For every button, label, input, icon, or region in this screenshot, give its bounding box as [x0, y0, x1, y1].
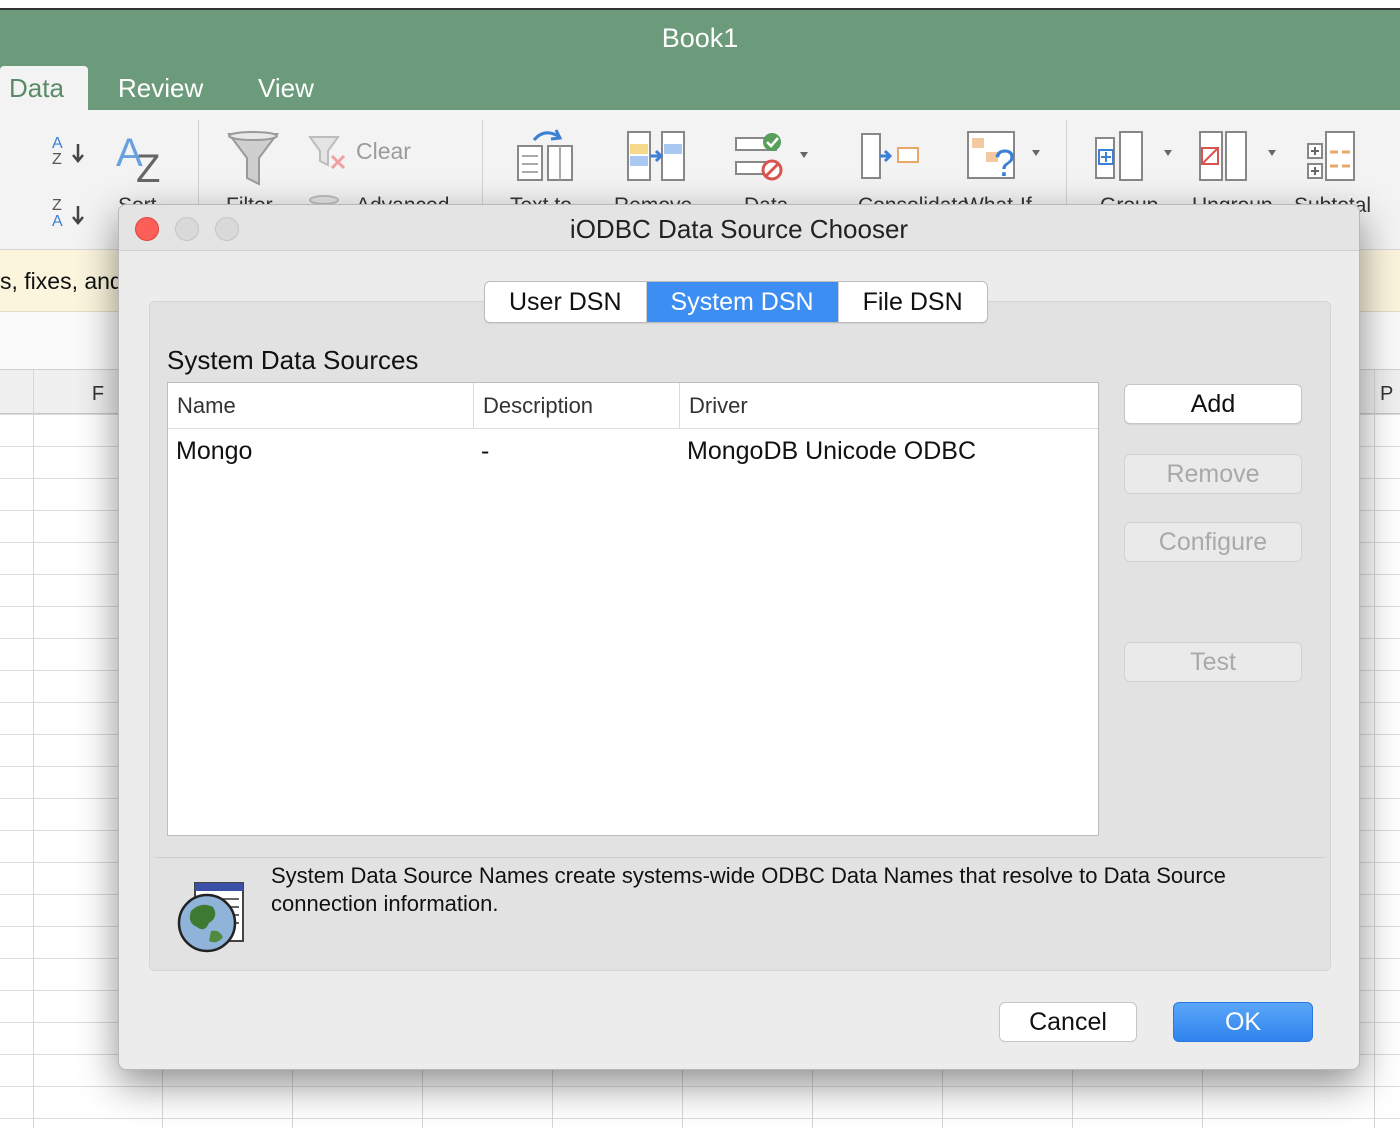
globe-icon [177, 882, 244, 953]
tab-system-dsn[interactable]: System DSN [646, 282, 839, 322]
cell-name: Mongo [176, 437, 253, 465]
cancel-button[interactable]: Cancel [999, 1002, 1137, 1042]
table-header: Name Description Driver [168, 383, 1098, 429]
remove-duplicates-icon[interactable] [626, 130, 686, 184]
tab-review[interactable]: Review [118, 66, 203, 110]
group-icon[interactable] [1094, 130, 1178, 186]
ribbon-tab-bar: Data Review View [0, 66, 1400, 110]
what-if-analysis-icon[interactable]: ? [966, 130, 1046, 186]
column-header-driver[interactable]: Driver [679, 383, 1099, 429]
cell-driver: MongoDB Unicode ODBC [687, 437, 977, 465]
remove-button: Remove [1124, 454, 1302, 494]
subtotal-icon[interactable] [1304, 130, 1364, 186]
tab-view[interactable]: View [258, 66, 314, 110]
svg-text:?: ? [994, 143, 1015, 185]
consolidate-icon[interactable] [860, 132, 920, 182]
tab-user-dsn[interactable]: User DSN [485, 282, 647, 322]
odbc-chooser-dialog: iODBC Data Source Chooser User DSN Syste… [118, 204, 1360, 1070]
ok-button[interactable]: OK [1173, 1002, 1313, 1042]
dsn-tab-control: User DSN System DSN File DSN [484, 281, 988, 323]
sort-icon[interactable]: A Z [116, 130, 172, 186]
add-button[interactable]: Add [1124, 384, 1302, 424]
svg-text:Z: Z [52, 197, 62, 214]
info-text: System Data Source Names create systems-… [271, 863, 1226, 916]
dialog-title: iODBC Data Source Chooser [569, 214, 909, 244]
column-header-p[interactable]: P [1380, 370, 1400, 414]
data-sources-table[interactable]: Name Description Driver Mongo - MongoDB … [167, 382, 1099, 836]
data-validation-icon[interactable] [734, 132, 814, 186]
test-button: Test [1124, 642, 1302, 682]
grid-line [33, 370, 34, 1128]
dialog-titlebar[interactable]: iODBC Data Source Chooser [119, 205, 1359, 251]
configure-button: Configure [1124, 522, 1302, 562]
table-row[interactable]: Mongo - MongoDB Unicode ODBC [168, 429, 1098, 473]
svg-text:Z: Z [52, 151, 62, 168]
filter-icon[interactable] [226, 130, 280, 194]
clear-label: Clear [356, 138, 411, 164]
tab-file-dsn[interactable]: File DSN [839, 282, 987, 322]
window-title: Book1 [0, 10, 1400, 66]
menu-bar-strip [0, 0, 1400, 10]
svg-text:Z: Z [136, 147, 160, 186]
info-divider [155, 857, 1325, 858]
sort-ascending-icon[interactable]: A Z Z A [50, 132, 90, 232]
text-to-columns-icon[interactable] [516, 126, 576, 184]
ungroup-icon[interactable] [1198, 130, 1282, 186]
section-title: System Data Sources [167, 345, 419, 375]
clear-filter-icon [308, 136, 346, 170]
cell-description: - [481, 437, 490, 465]
column-header-name[interactable]: Name [168, 383, 473, 429]
tab-data[interactable]: Data [0, 66, 88, 110]
grid-line [1374, 370, 1375, 1128]
column-header-description[interactable]: Description [473, 383, 679, 429]
svg-text:A: A [52, 213, 63, 230]
svg-text:A: A [52, 135, 63, 152]
